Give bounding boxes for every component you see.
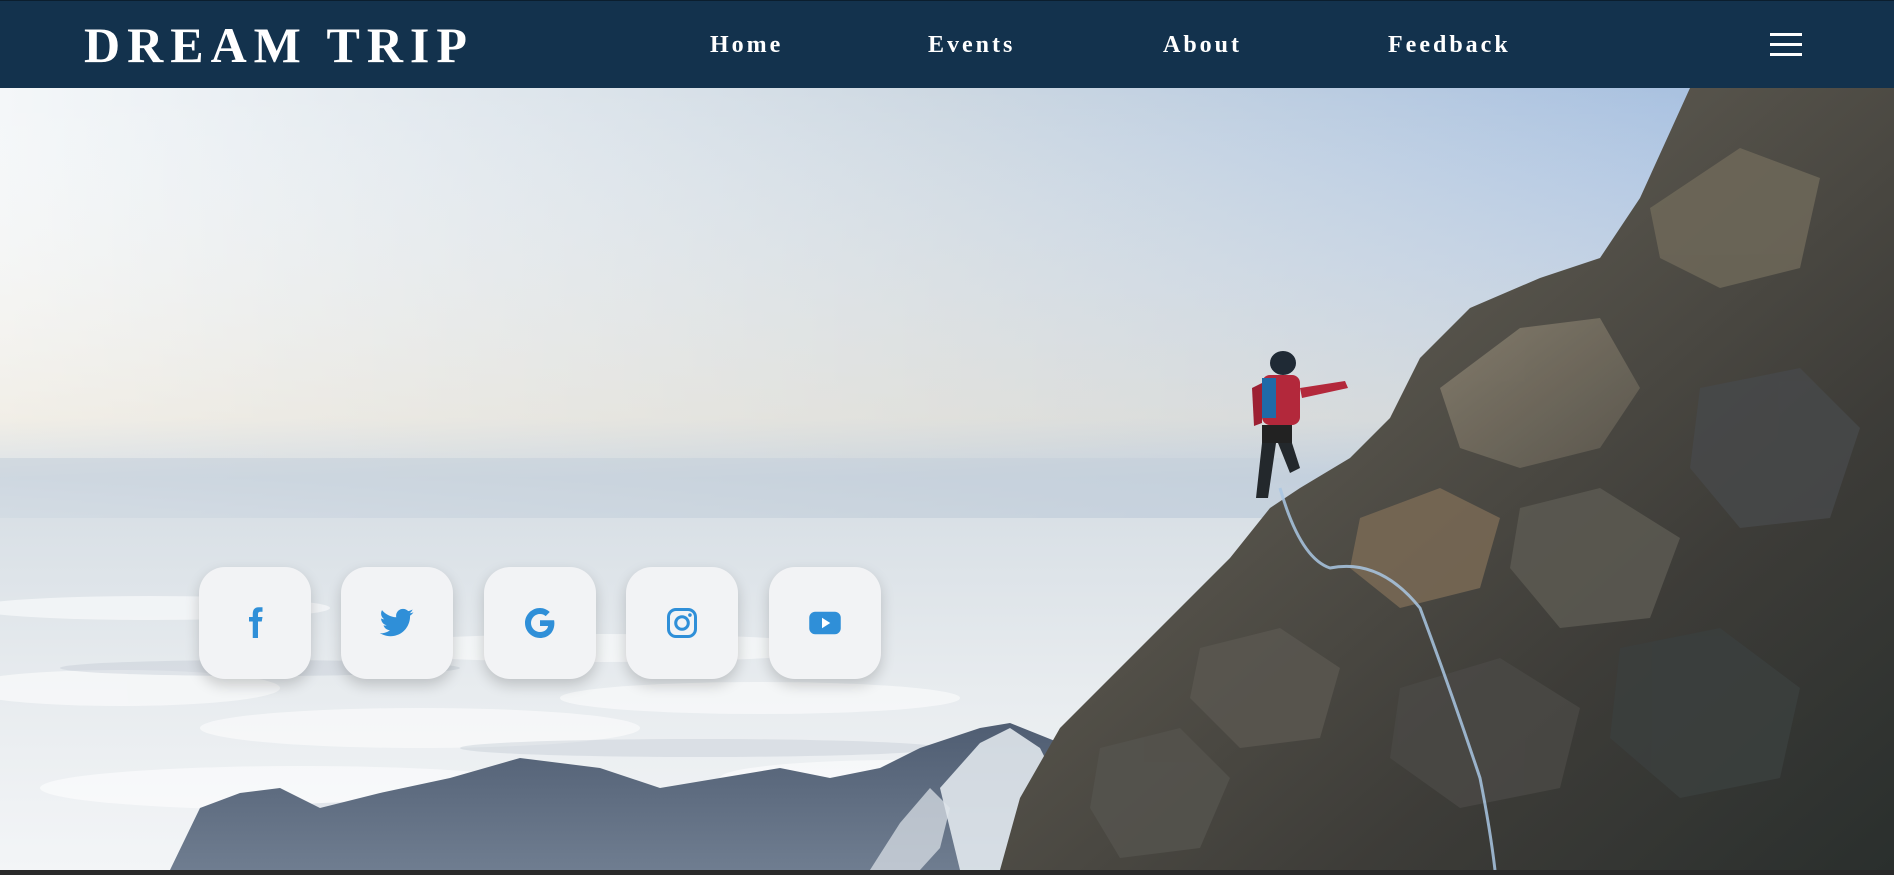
mountain-climber-hero-image <box>0 88 1894 870</box>
hero-image <box>0 88 1894 870</box>
google-button[interactable] <box>484 567 596 679</box>
page: DREAM TRIP Home Events About Feedback <box>0 0 1894 875</box>
twitter-icon <box>379 608 414 637</box>
youtube-button[interactable] <box>769 567 881 679</box>
navbar: DREAM TRIP Home Events About Feedback <box>0 0 1894 88</box>
nav-link-events[interactable]: Events <box>928 29 1015 61</box>
facebook-button[interactable] <box>199 567 311 679</box>
nav-link-about[interactable]: About <box>1163 29 1242 61</box>
youtube-icon <box>809 611 841 635</box>
brand-logo[interactable]: DREAM TRIP <box>84 15 474 75</box>
page-bottom-bar <box>0 870 1894 875</box>
instagram-button[interactable] <box>626 567 738 679</box>
facebook-icon <box>249 607 263 638</box>
nav-link-feedback[interactable]: Feedback <box>1388 29 1511 61</box>
instagram-icon <box>667 608 697 638</box>
hamburger-menu-icon[interactable] <box>1770 33 1802 57</box>
twitter-button[interactable] <box>341 567 453 679</box>
google-icon <box>525 608 555 638</box>
nav-link-home[interactable]: Home <box>710 29 783 61</box>
